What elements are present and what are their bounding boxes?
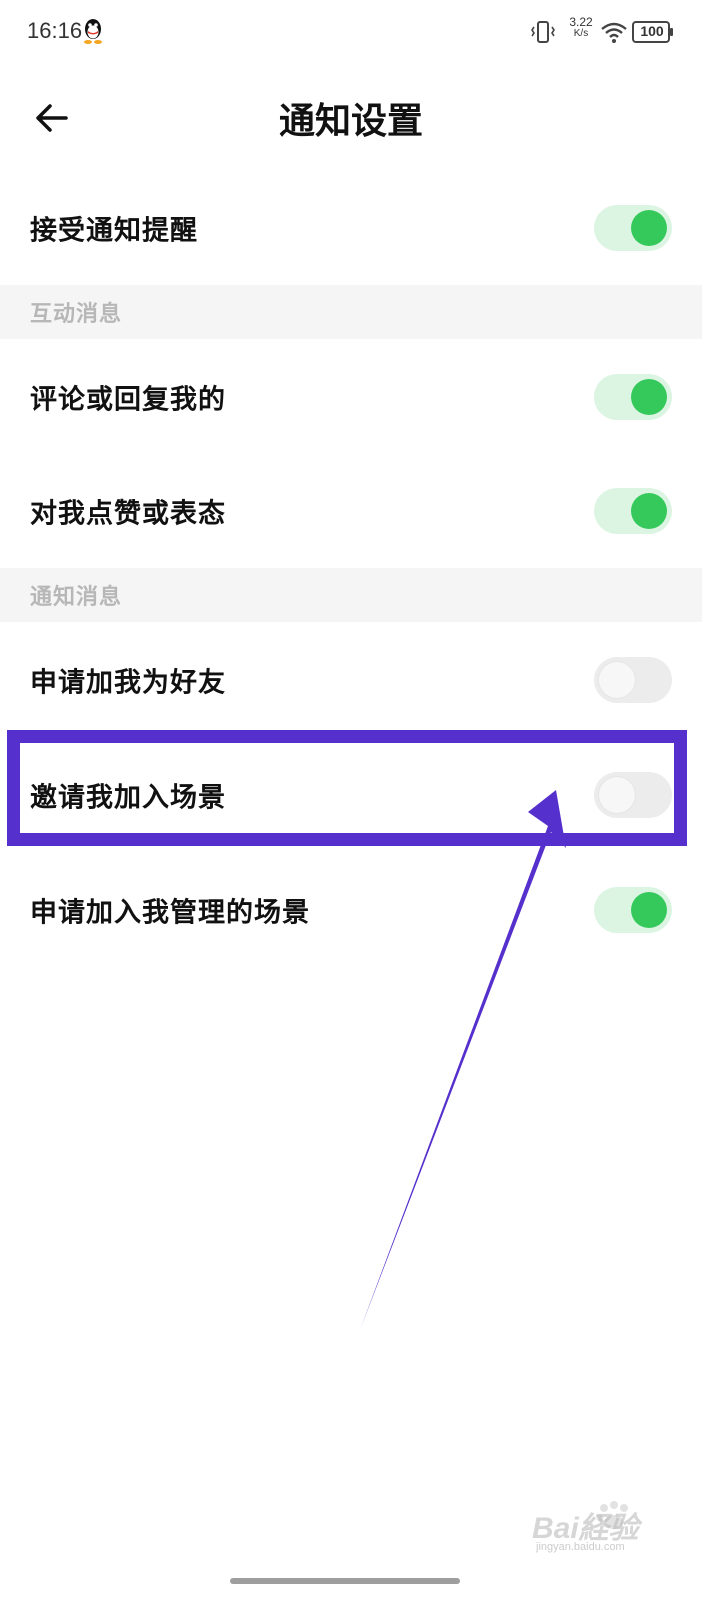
setting-row-scene-join-request: 申请加入我管理的场景 bbox=[0, 852, 702, 968]
status-bar: 16:16 3.22 K/s 100 bbox=[0, 0, 702, 64]
vibrate-icon bbox=[531, 21, 555, 43]
net-speed-unit: K/s bbox=[573, 28, 589, 39]
setting-row-comment-reply: 评论或回复我的 bbox=[0, 339, 702, 455]
battery-level: 100 bbox=[640, 23, 664, 39]
qq-icon bbox=[84, 19, 102, 44]
scene-join-request-toggle[interactable] bbox=[594, 887, 672, 933]
net-speed-value: 3.22 bbox=[569, 15, 593, 29]
toggle-knob bbox=[631, 892, 667, 928]
net-speed: 3.22 K/s bbox=[566, 16, 596, 40]
setting-row-scene-invite: 邀请我加入场景 bbox=[0, 737, 702, 853]
setting-row-like-reaction: 对我点赞或表态 bbox=[0, 453, 702, 569]
toggle-knob bbox=[631, 493, 667, 529]
friend-request-toggle[interactable] bbox=[594, 657, 672, 703]
section-title: 互动消息 bbox=[30, 302, 123, 327]
setting-label: 对我点赞或表态 bbox=[30, 498, 226, 530]
section-title: 通知消息 bbox=[30, 585, 123, 610]
setting-label: 申请加入我管理的场景 bbox=[30, 897, 310, 929]
setting-label: 接受通知提醒 bbox=[30, 215, 198, 247]
toggle-knob bbox=[631, 210, 667, 246]
watermark-url: jingyan.baidu.com bbox=[536, 1541, 625, 1553]
accept-notifications-toggle[interactable] bbox=[594, 205, 672, 251]
setting-label: 评论或回复我的 bbox=[30, 384, 226, 416]
wifi-icon bbox=[601, 22, 627, 43]
status-time: 16:16 bbox=[27, 18, 83, 43]
scene-invite-toggle[interactable] bbox=[594, 772, 672, 818]
home-indicator[interactable] bbox=[230, 1578, 460, 1584]
toggle-knob bbox=[599, 662, 635, 698]
page-title: 通知设置 bbox=[278, 101, 423, 142]
setting-label: 邀请我加入场景 bbox=[30, 782, 226, 814]
like-reaction-toggle[interactable] bbox=[594, 488, 672, 534]
setting-row-friend-request: 申请加我为好友 bbox=[0, 622, 702, 738]
comment-reply-toggle[interactable] bbox=[594, 374, 672, 420]
toggle-knob bbox=[631, 379, 667, 415]
setting-row-accept-notifications: 接受通知提醒 bbox=[0, 170, 702, 286]
section-header-interaction: 互动消息 bbox=[0, 285, 702, 339]
toggle-knob bbox=[599, 777, 635, 813]
setting-label: 申请加我为好友 bbox=[30, 667, 226, 699]
section-header-notification: 通知消息 bbox=[0, 568, 702, 622]
